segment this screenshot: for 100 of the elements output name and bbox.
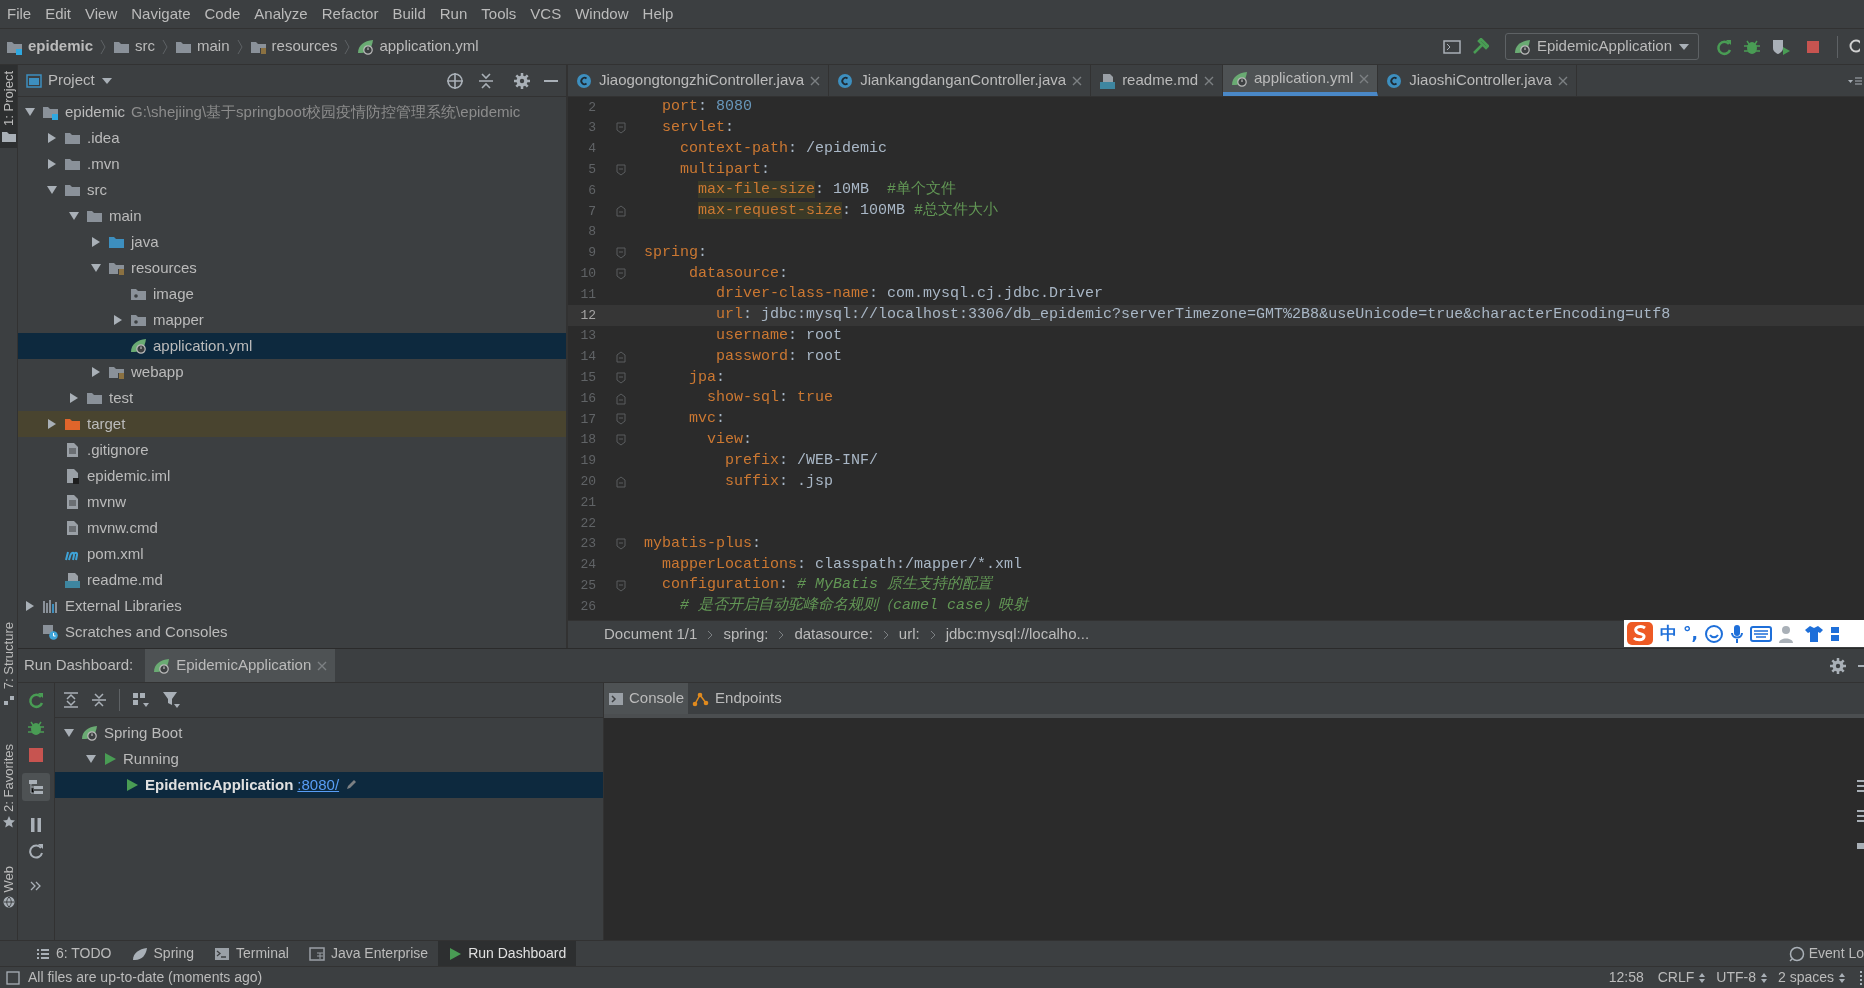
microphone-icon[interactable] <box>1729 623 1744 644</box>
rerun-icon[interactable] <box>1715 37 1733 56</box>
menu-item[interactable]: VCS <box>523 0 569 29</box>
triangle-icon[interactable] <box>63 727 75 739</box>
tree-item[interactable]: readme.md <box>18 567 566 593</box>
settings-icon[interactable] <box>1830 657 1846 674</box>
fold-marker-icon[interactable] <box>616 434 626 447</box>
breadcrumb[interactable]: application.yml <box>355 35 481 58</box>
breadcrumb[interactable]: main <box>173 35 232 58</box>
menu-item[interactable]: View <box>78 0 125 29</box>
tree-item[interactable]: epidemic G:\shejiing\基于springboot校园疫情防控管理系统\epidemic <box>18 99 566 125</box>
triangle-icon[interactable] <box>24 600 36 612</box>
editor-tab[interactable]: application.yml <box>1223 65 1379 96</box>
collapse-all-icon[interactable] <box>91 692 107 708</box>
triangle-icon[interactable] <box>90 366 102 378</box>
triangle-icon[interactable] <box>46 132 58 144</box>
list-icon[interactable] <box>1854 778 1864 794</box>
triangle-icon[interactable] <box>24 106 36 118</box>
run-config-dropdown[interactable]: EpidemicApplication <box>1504 33 1699 60</box>
close-icon[interactable] <box>1557 75 1568 86</box>
fold-marker-icon[interactable] <box>616 267 626 280</box>
tree-item[interactable]: target <box>18 411 566 437</box>
menu-item[interactable]: Tools <box>474 0 524 29</box>
stop-icon[interactable] <box>1805 38 1821 55</box>
tool-window-tab[interactable]: Spring <box>121 941 204 966</box>
fold-marker-icon[interactable] <box>616 413 626 426</box>
tab-list-icon[interactable] <box>1848 74 1862 87</box>
triangle-icon[interactable] <box>46 418 58 430</box>
tree-item[interactable]: test <box>18 385 566 411</box>
fold-marker-icon[interactable] <box>616 538 626 551</box>
tool-window-tab[interactable]: 6: TODO <box>26 941 122 966</box>
menu-item[interactable]: Edit <box>38 0 79 29</box>
ime-button[interactable]: 中 <box>1660 620 1677 647</box>
stop-icon[interactable] <box>28 747 44 763</box>
square-icon[interactable] <box>6 970 20 985</box>
event-log-tab[interactable]: Event Lo <box>1784 941 1864 966</box>
shield-icon[interactable] <box>1771 37 1791 56</box>
fold-marker-icon[interactable] <box>616 579 626 592</box>
tree-item[interactable]: .mvn <box>18 151 566 177</box>
line-separator-widget[interactable]: CRLF <box>1657 967 1707 988</box>
double-chevron-icon[interactable] <box>30 881 42 891</box>
filter-icon[interactable] <box>162 691 180 709</box>
tree-item[interactable]: External Libraries <box>18 593 566 619</box>
expand-all-icon[interactable] <box>63 692 79 708</box>
breadcrumb[interactable]: jdbc:mysql://localho... <box>945 623 1090 646</box>
cursor-position[interactable]: 12:58 <box>1608 967 1644 988</box>
tree-item[interactable]: epidemic.iml <box>18 463 566 489</box>
triangle-icon[interactable] <box>90 262 102 274</box>
triangle-icon[interactable] <box>46 158 58 170</box>
fold-marker-icon[interactable] <box>616 475 626 488</box>
editor-tab[interactable]: JiaoshiController.java <box>1378 65 1577 96</box>
fold-marker-icon[interactable] <box>616 350 626 363</box>
tree-item[interactable]: image <box>18 281 566 307</box>
editor-tab[interactable]: JiankangdanganController.java <box>829 65 1092 96</box>
indent-widget[interactable]: 2 spaces <box>1777 967 1846 988</box>
console-tab[interactable]: Console <box>604 683 689 714</box>
breadcrumb[interactable]: Document 1/1 <box>604 623 698 646</box>
menu-item[interactable]: Run <box>432 0 475 29</box>
pause-icon[interactable] <box>29 817 43 833</box>
breadcrumb[interactable]: src <box>111 35 158 58</box>
menu-item[interactable]: Build <box>385 0 433 29</box>
triangle-icon[interactable] <box>90 236 102 248</box>
tree-item[interactable]: Spring Boot <box>55 720 603 746</box>
close-icon[interactable] <box>1204 75 1214 86</box>
triangle-icon[interactable] <box>68 210 80 222</box>
fold-marker-icon[interactable] <box>616 205 626 218</box>
tree-item[interactable]: Scratches and Consoles <box>18 619 566 645</box>
breadcrumb[interactable]: spring: <box>723 623 769 646</box>
collapse-icon[interactable] <box>478 71 494 90</box>
tool-window-tab[interactable]: Run Dashboard <box>438 941 577 966</box>
tree-item[interactable]: mvnw.cmd <box>18 515 566 541</box>
close-icon[interactable] <box>1072 75 1083 86</box>
tree-item[interactable]: mvnw <box>18 489 566 515</box>
run-tab[interactable]: EpidemicApplication <box>145 649 336 682</box>
breadcrumb[interactable]: resources <box>247 35 340 58</box>
project-view-dropdown[interactable]: Project <box>48 69 113 92</box>
tree-item[interactable]: java <box>18 229 566 255</box>
fold-marker-icon[interactable] <box>616 122 626 135</box>
triangle-icon[interactable] <box>85 753 97 765</box>
fold-marker-icon[interactable] <box>616 163 626 176</box>
tree-item[interactable]: mapper <box>18 307 566 333</box>
tree-item[interactable]: Running <box>55 746 603 772</box>
menu-item[interactable]: Analyze <box>247 0 315 29</box>
tree-item[interactable]: src <box>18 177 566 203</box>
tool-window-tab[interactable]: Terminal <box>204 941 299 966</box>
keyboard-icon[interactable] <box>1749 625 1772 642</box>
ime-button[interactable]: °, <box>1683 620 1698 647</box>
tree-item[interactable]: application.yml <box>18 333 566 359</box>
encoding-widget[interactable]: UTF-8 <box>1716 967 1768 988</box>
crosshair-icon[interactable] <box>446 71 464 90</box>
settings-icon[interactable] <box>514 72 530 89</box>
port-link[interactable]: :8080/ <box>297 773 340 797</box>
tree-item[interactable]: pom.xml <box>18 541 566 567</box>
tree-item[interactable]: EpidemicApplication :8080/ <box>55 772 603 798</box>
menu-item[interactable]: Window <box>568 0 636 29</box>
close-icon[interactable] <box>810 75 821 86</box>
breadcrumb[interactable]: url: <box>898 623 920 646</box>
console-tab[interactable]: Endpoints <box>688 683 786 714</box>
tree-item[interactable]: .idea <box>18 125 566 151</box>
fold-marker-icon[interactable] <box>616 371 626 384</box>
